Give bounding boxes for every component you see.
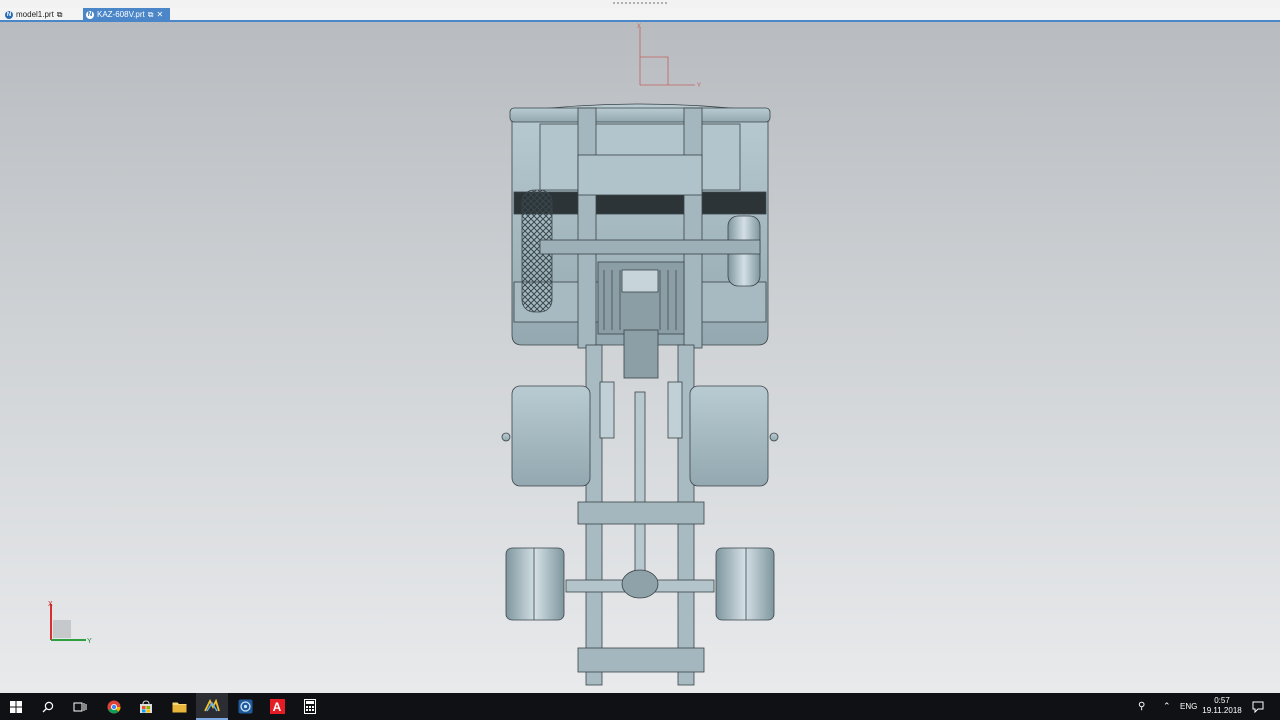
corner-triad: [50, 604, 86, 641]
notification-icon: [1252, 701, 1264, 713]
windows-taskbar: A ⚲ ⌃ ENG 0:57 19.11.2018: [0, 693, 1280, 720]
tab-label: model1.prt: [16, 10, 54, 19]
app-button[interactable]: [229, 693, 261, 720]
corner-x-label: X: [48, 601, 53, 608]
view-triad: [639, 27, 695, 86]
nx-taskbar-button[interactable]: [196, 693, 228, 720]
action-center-button[interactable]: [1252, 693, 1266, 720]
drag-grip[interactable]: [612, 1, 668, 5]
chevron-up-icon: ⌃: [1163, 701, 1171, 711]
task-view-button[interactable]: [64, 693, 96, 720]
triad-x-label: X: [637, 24, 641, 30]
rear-wheel-left: [505, 547, 565, 621]
windows-icon: [10, 700, 22, 713]
bumper: [509, 107, 771, 123]
chrome-button[interactable]: [98, 693, 130, 720]
nx-icon: [204, 698, 220, 711]
task-view-icon: [73, 702, 87, 711]
language-indicator[interactable]: ENG: [1180, 693, 1198, 720]
gear-app-icon: [238, 699, 252, 714]
tab-label: KAZ-608V.prt: [97, 10, 145, 19]
search-icon: [42, 701, 54, 712]
nx-part-icon: N: [86, 10, 94, 19]
clock-time: 0:57: [1214, 696, 1230, 705]
autocad-icon: A: [269, 699, 285, 714]
search-button[interactable]: [32, 693, 64, 720]
popout-icon[interactable]: ⧉: [57, 10, 63, 19]
chrome-icon: [107, 700, 121, 713]
close-icon[interactable]: ✕: [156, 10, 163, 19]
popout-icon[interactable]: ⧉: [148, 10, 154, 19]
fuel-tank-right: [689, 385, 769, 487]
tray-overflow[interactable]: ⌃: [1163, 693, 1175, 720]
system-clock[interactable]: 0:57 19.11.2018: [1200, 696, 1244, 716]
calculator-icon: [304, 699, 316, 714]
file-explorer-button[interactable]: [163, 693, 195, 720]
fuel-tank-left: [511, 385, 591, 487]
store-button[interactable]: [130, 693, 162, 720]
rear-wheel-right: [715, 547, 775, 621]
autocad-button[interactable]: A: [261, 693, 293, 720]
start-button[interactable]: [0, 693, 32, 720]
triad-y-label: Y: [697, 83, 701, 89]
folder-icon: [172, 702, 186, 712]
drive-shaft: [634, 391, 646, 583]
language-label: ENG: [1180, 702, 1198, 711]
store-icon: [140, 700, 152, 713]
clock-date: 19.11.2018: [1202, 706, 1242, 715]
graphics-window[interactable]: X Y X Y: [0, 22, 1280, 693]
corner-y-label: Y: [87, 638, 92, 645]
calculator-button[interactable]: [294, 693, 326, 720]
model-view[interactable]: X Y X Y: [0, 22, 1280, 693]
people-icon: ⚲: [1138, 701, 1146, 712]
tray-people[interactable]: ⚲: [1138, 693, 1152, 720]
nx-part-icon: N: [5, 10, 13, 19]
